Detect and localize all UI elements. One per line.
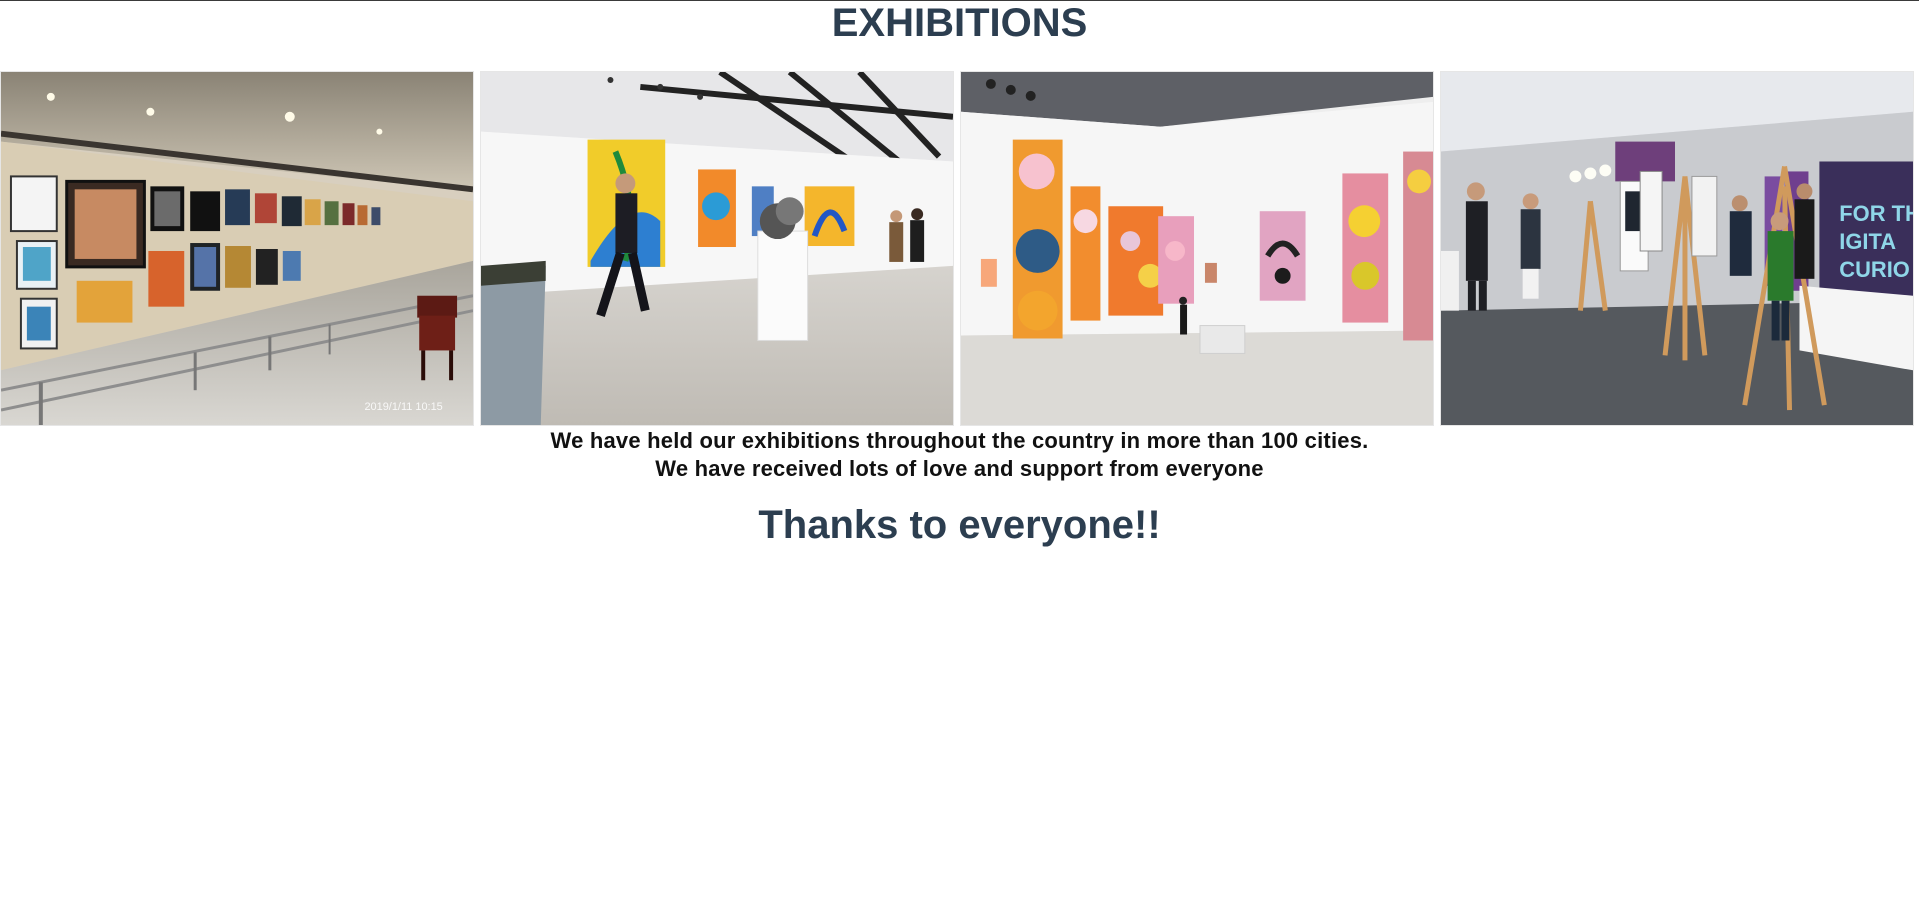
page-title: EXHIBITIONS: [831, 1, 1088, 45]
exhibition-photo-4: FOR TH IGITA CURIO: [1440, 71, 1914, 426]
page: EXHIBITIONS 2019/1/11 10:15 FOR TH IGITA…: [0, 0, 1919, 910]
thanks-heading: Thanks to everyone!!: [758, 503, 1161, 547]
exhibition-photo-3: [960, 71, 1434, 426]
caption-line-1: We have held our exhibitions throughout …: [550, 428, 1369, 453]
svg-text:CURIO: CURIO: [1839, 257, 1910, 282]
caption-line-2: We have received lots of love and suppor…: [655, 456, 1264, 481]
exhibition-caption: We have held our exhibitions throughout …: [0, 427, 1919, 483]
svg-text:FOR TH: FOR TH: [1839, 201, 1913, 226]
photo-timestamp: 2019/1/11 10:15: [364, 401, 442, 413]
svg-text:IGITA: IGITA: [1839, 229, 1896, 254]
exhibition-photo-1: 2019/1/11 10:15: [0, 71, 474, 426]
exhibition-photo-2: [480, 71, 954, 426]
exhibition-gallery: 2019/1/11 10:15 FOR TH IGITA CURIO: [0, 71, 1919, 427]
